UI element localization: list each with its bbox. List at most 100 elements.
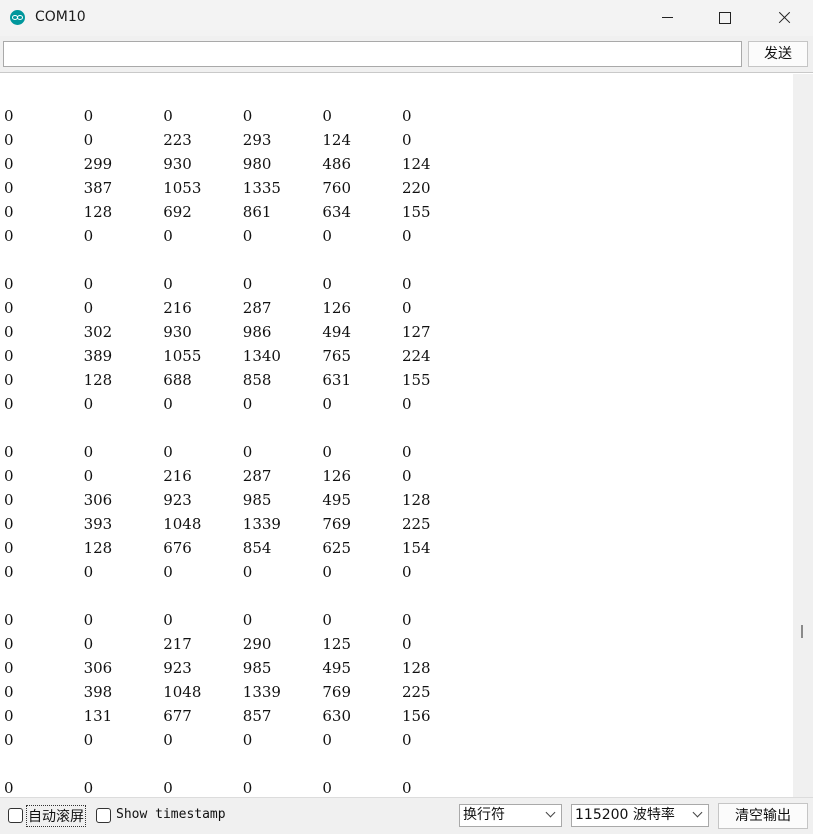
output-line: 0 131 677 857 630 156 [4,704,482,728]
timestamp-checkbox[interactable] [96,808,111,823]
output-value: 302 [83,323,113,341]
line-ending-select[interactable]: 换行符 [459,804,562,827]
window-title: COM10 [35,9,86,25]
output-value: 287 [242,299,272,317]
output-line: 0 306 923 985 495 128 [4,656,482,680]
output-value: 0 [83,467,94,485]
output-value: 854 [242,539,272,557]
output-value: 0 [322,443,332,461]
output-value: 985 [242,659,272,677]
output-value: 0 [4,659,14,677]
output-value: 125 [322,635,352,653]
output-rows: 0 0 0 0 0 0 0 0 223 293 124 0 0 299 930 980 486 124 0 387 10… [4,104,482,797]
maximize-icon [719,12,731,24]
output-value: 0 [401,107,412,125]
output-value: 0 [83,635,94,653]
output-value: 155 [401,203,431,221]
output-value: 0 [163,731,173,749]
output-value: 224 [401,347,431,365]
output-line: 0 299 930 980 486 124 [4,152,482,176]
output-value: 0 [4,155,14,173]
output-value: 154 [401,539,431,557]
output-value: 0 [4,347,14,365]
vertical-scrollbar[interactable] [793,74,813,797]
clear-output-button[interactable]: 清空输出 [718,803,808,829]
output-value: 631 [322,371,352,389]
output-value: 128 [83,539,113,557]
output-line: 0 393 1048 1339 769 225 [4,512,482,536]
chevron-down-icon [545,807,556,818]
output-value: 299 [83,155,113,173]
output-value: 0 [83,563,94,581]
output-value: 0 [163,563,173,581]
output-value: 769 [322,683,352,701]
output-value: 1339 [242,515,281,533]
output-value: 0 [401,611,412,629]
output-value: 306 [83,491,113,509]
output-value: 0 [4,707,14,725]
output-value: 0 [83,131,94,149]
serial-output[interactable]: 0 0 0 0 0 0 0 0 223 293 124 0 0 299 930 980 486 124 0 387 10… [0,74,793,797]
autoscroll-label[interactable]: 自动滚屏 [26,805,86,827]
send-toolbar: 发送 [0,36,813,73]
output-value: 923 [163,659,192,677]
output-value: 769 [322,515,352,533]
output-value: 0 [163,275,173,293]
output-value: 131 [83,707,113,725]
output-value: 0 [322,227,332,245]
output-value: 0 [242,107,253,125]
output-value: 0 [401,227,412,245]
output-line: 0 0 0 0 0 0 [4,392,482,416]
output-value: 676 [163,539,192,557]
output-value: 0 [4,299,14,317]
output-value: 0 [322,563,332,581]
close-button[interactable] [755,0,813,36]
output-line: 0 0 0 0 0 0 [4,104,482,128]
output-value: 128 [83,371,113,389]
output-line: 0 0 0 0 0 0 [4,560,482,584]
baud-rate-select[interactable]: 115200 波特率 [571,804,709,827]
output-value: 0 [83,731,94,749]
output-value: 0 [242,275,253,293]
output-value: 0 [4,203,14,221]
output-value: 0 [242,779,253,797]
output-value: 220 [401,179,431,197]
output-value: 0 [322,779,332,797]
output-value: 0 [4,731,14,749]
output-value: 217 [163,635,192,653]
output-value: 126 [322,299,352,317]
minimize-button[interactable] [638,0,696,36]
send-input[interactable] [3,41,742,67]
output-value: 0 [83,443,94,461]
autoscroll-checkbox[interactable] [8,808,23,823]
output-line: 0 0 0 0 0 0 [4,608,482,632]
output-value: 287 [242,467,272,485]
timestamp-label[interactable]: Show timestamp [116,807,226,822]
output-value: 0 [322,107,332,125]
output-value: 128 [401,659,431,677]
output-value: 980 [242,155,272,173]
output-value: 0 [163,443,173,461]
output-value: 0 [163,107,173,125]
output-value: 765 [322,347,352,365]
output-value: 0 [242,563,253,581]
output-value: 290 [242,635,272,653]
output-value: 0 [401,275,412,293]
output-value: 1048 [163,515,202,533]
output-value: 857 [242,707,272,725]
output-value: 0 [322,731,332,749]
output-value: 0 [4,635,14,653]
send-button[interactable]: 发送 [748,41,808,67]
title-bar: COM10 [0,0,813,36]
line-ending-value: 换行符 [463,807,505,823]
output-value: 1053 [163,179,202,197]
output-value: 495 [322,491,352,509]
output-value: 124 [401,155,431,173]
output-value: 216 [163,299,192,317]
scroll-thumb[interactable] [801,625,803,638]
output-value: 1048 [163,683,202,701]
maximize-button[interactable] [696,0,754,36]
